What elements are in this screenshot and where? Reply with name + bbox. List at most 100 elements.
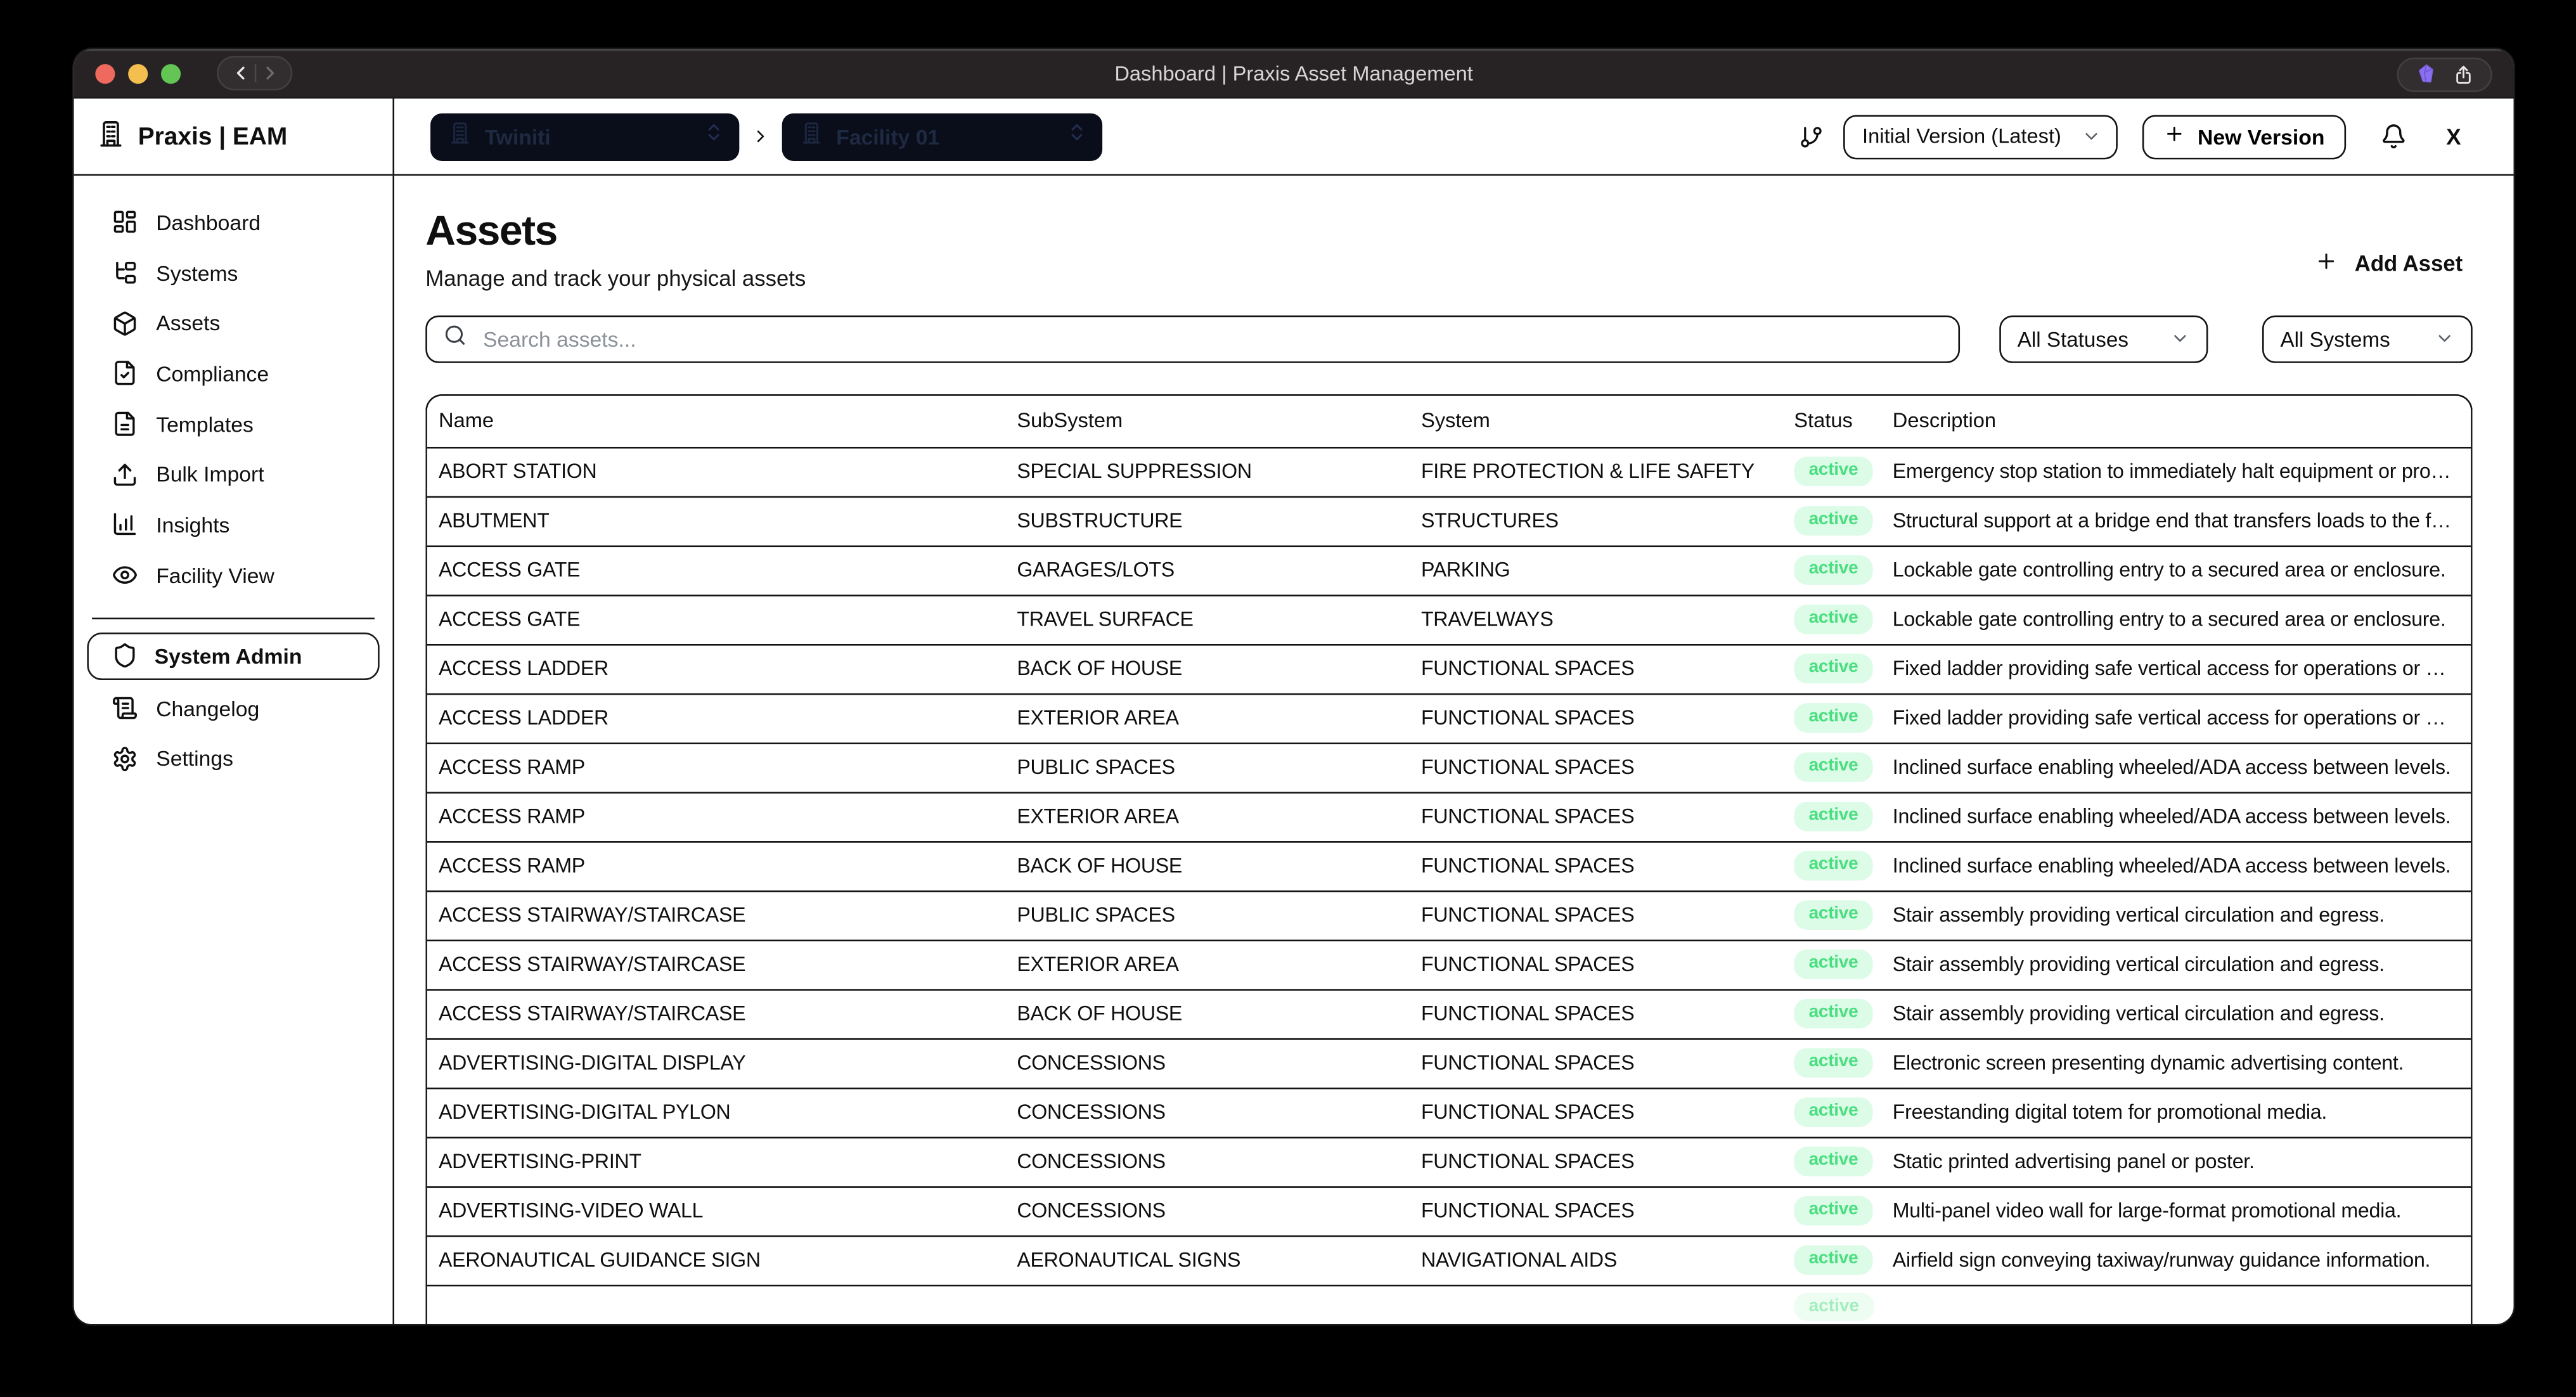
search-input[interactable] <box>480 325 1959 352</box>
share-icon[interactable] <box>2453 63 2475 85</box>
app-gem-icon[interactable] <box>2415 62 2438 85</box>
zoom-window-button[interactable] <box>161 63 181 83</box>
cell-name: ADVERTISING-VIDEO WALL <box>427 1199 1005 1222</box>
table-row-partial[interactable]: active <box>427 1284 2471 1323</box>
cell-status: active <box>1761 752 1881 782</box>
cell-status: active <box>1761 555 1881 585</box>
status-badge: active <box>1794 1196 1872 1226</box>
sidebar-item-bulk-import[interactable]: Bulk Import <box>74 449 393 500</box>
status-badge: active <box>1794 1147 1872 1176</box>
sidebar-item-changelog[interactable]: Changelog <box>74 683 393 733</box>
scroll-icon <box>112 695 138 721</box>
table-row[interactable]: ABUTMENTSUBSTRUCTURESTRUCTURESactiveStru… <box>427 495 2471 544</box>
cell-system: FUNCTIONAL SPACES <box>1410 1002 1761 1025</box>
version-select[interactable]: Initial Version (Latest) <box>1843 114 2117 158</box>
building-icon <box>449 121 472 152</box>
add-asset-button[interactable]: Add Asset <box>2305 248 2473 279</box>
titlebar-right-pill <box>2397 56 2492 91</box>
cell-description: Electronic screen presenting dynamic adv… <box>1881 1052 2471 1074</box>
column-header-description: Description <box>1881 409 2471 432</box>
cell-system: PARKING <box>1410 558 1761 581</box>
desktop-background: Dashboard | Praxis Asset Management Prax… <box>0 0 2576 1397</box>
table-row[interactable]: ADVERTISING-VIDEO WALLCONCESSIONSFUNCTIO… <box>427 1185 2471 1235</box>
cell-name: AERONAUTICAL GUIDANCE SIGN <box>427 1249 1005 1271</box>
window-title: Dashboard | Praxis Asset Management <box>74 61 2514 84</box>
cell-description: Stair assembly providing vertical circul… <box>1881 1002 2471 1025</box>
org-selector[interactable]: Twiniti <box>430 113 739 160</box>
cell-system: FUNCTIONAL SPACES <box>1410 953 1761 975</box>
page-subtitle: Manage and track your physical assets <box>425 266 2472 290</box>
table-row[interactable]: ADVERTISING-DIGITAL DISPLAYCONCESSIONSFU… <box>427 1038 2471 1087</box>
sidebar-item-facility-view[interactable]: Facility View <box>74 550 393 601</box>
status-badge: active <box>1794 752 1872 782</box>
cell-description: Fixed ladder providing safe vertical acc… <box>1881 706 2471 729</box>
cell-system: FUNCTIONAL SPACES <box>1410 657 1761 680</box>
cell-description: Structural support at a bridge end that … <box>1881 509 2471 532</box>
app-window: Dashboard | Praxis Asset Management Prax… <box>74 49 2514 1323</box>
back-icon[interactable] <box>229 62 251 84</box>
bell-icon[interactable] <box>2381 123 2407 149</box>
cell-name: ACCESS RAMP <box>427 756 1005 778</box>
cell-status: active <box>1761 1246 1881 1275</box>
table-row[interactable]: ACCESS RAMPBACK OF HOUSEFUNCTIONAL SPACE… <box>427 840 2471 890</box>
cell-description: Inclined surface enabling wheeled/ADA ac… <box>1881 756 2471 778</box>
chevron-down-icon <box>2170 328 2190 348</box>
table-row[interactable]: ACCESS LADDERBACK OF HOUSEFUNCTIONAL SPA… <box>427 643 2471 693</box>
cell-name: ABUTMENT <box>427 509 1005 532</box>
cell-status: active <box>1761 605 1881 634</box>
table-header-row: Name SubSystem System Status Description <box>427 395 2471 446</box>
cell-subsystem: PUBLIC SPACES <box>1005 904 1410 927</box>
sidebar-item-templates[interactable]: Templates <box>74 399 393 449</box>
table-row[interactable]: ABORT STATIONSPECIAL SUPPRESSIONFIRE PRO… <box>427 446 2471 496</box>
sidebar-item-system-admin[interactable]: System Admin <box>87 632 379 679</box>
assets-table: Name SubSystem System Status Description… <box>425 394 2472 1323</box>
minimize-window-button[interactable] <box>128 63 148 83</box>
cell-name: ACCESS RAMP <box>427 805 1005 828</box>
cell-subsystem: AERONAUTICAL SIGNS <box>1005 1249 1410 1271</box>
sidebar-item-systems[interactable]: Systems <box>74 248 393 299</box>
table-row[interactable]: ACCESS STAIRWAY/STAIRCASEPUBLIC SPACESFU… <box>427 889 2471 939</box>
close-icon[interactable]: X <box>2446 124 2461 149</box>
cell-status: active <box>1761 703 1881 733</box>
forward-icon[interactable] <box>259 62 280 84</box>
table-row[interactable]: ACCESS STAIRWAY/STAIRCASEBACK OF HOUSEFU… <box>427 988 2471 1038</box>
table-row[interactable]: ADVERTISING-DIGITAL PYLONCONCESSIONSFUNC… <box>427 1087 2471 1136</box>
status-badge: active <box>1794 999 1872 1029</box>
table-row[interactable]: ACCESS LADDEREXTERIOR AREAFUNCTIONAL SPA… <box>427 692 2471 742</box>
cell-subsystem: CONCESSIONS <box>1005 1052 1410 1074</box>
table-row[interactable]: ADVERTISING-PRINTCONCESSIONSFUNCTIONAL S… <box>427 1136 2471 1185</box>
status-badge: active <box>1794 654 1872 684</box>
table-row[interactable]: ACCESS GATETRAVEL SURFACETRAVELWAYSactiv… <box>427 594 2471 643</box>
cell-status: active <box>1761 1097 1881 1127</box>
status-badge: active <box>1794 1292 1874 1322</box>
cell-subsystem: BACK OF HOUSE <box>1005 1002 1410 1025</box>
table-row[interactable]: AERONAUTICAL GUIDANCE SIGNAERONAUTICAL S… <box>427 1235 2471 1284</box>
sidebar-item-dashboard[interactable]: Dashboard <box>74 197 393 248</box>
sidebar-item-insights[interactable]: Insights <box>74 499 393 550</box>
system-filter-select[interactable]: All Systems <box>2262 314 2473 362</box>
column-header-system: System <box>1410 409 1761 432</box>
new-version-label: New Version <box>2198 124 2324 149</box>
cell-system: FUNCTIONAL SPACES <box>1410 854 1761 877</box>
cell-subsystem: CONCESSIONS <box>1005 1199 1410 1222</box>
table-row[interactable]: ACCESS RAMPEXTERIOR AREAFUNCTIONAL SPACE… <box>427 791 2471 840</box>
sidebar-admin-nav: System AdminChangelogSettings <box>74 632 393 783</box>
cell-system: FUNCTIONAL SPACES <box>1410 805 1761 828</box>
table-row[interactable]: ACCESS RAMPPUBLIC SPACESFUNCTIONAL SPACE… <box>427 742 2471 791</box>
facility-selector[interactable]: Facility 01 <box>782 113 1102 160</box>
system-filter-value: All Systems <box>2280 326 2390 351</box>
sidebar-item-settings[interactable]: Settings <box>74 733 393 784</box>
new-version-button[interactable]: New Version <box>2142 114 2346 158</box>
column-header-status: Status <box>1761 409 1881 432</box>
close-window-button[interactable] <box>95 63 115 83</box>
status-filter-select[interactable]: All Statuses <box>1999 314 2208 362</box>
sidebar-item-compliance[interactable]: Compliance <box>74 349 393 399</box>
cell-status: active <box>1761 851 1881 881</box>
table-row[interactable]: ACCESS STAIRWAY/STAIRCASEEXTERIOR AREAFU… <box>427 939 2471 988</box>
filter-bar: All Statuses All Systems <box>425 314 2472 362</box>
cell-system: STRUCTURES <box>1410 509 1761 532</box>
sidebar-item-assets[interactable]: Assets <box>74 298 393 349</box>
table-row[interactable]: ACCESS GATEGARAGES/LOTSPARKINGactiveLock… <box>427 544 2471 594</box>
cell-name: ACCESS STAIRWAY/STAIRCASE <box>427 953 1005 975</box>
sidebar: DashboardSystemsAssetsComplianceTemplate… <box>74 176 394 1323</box>
